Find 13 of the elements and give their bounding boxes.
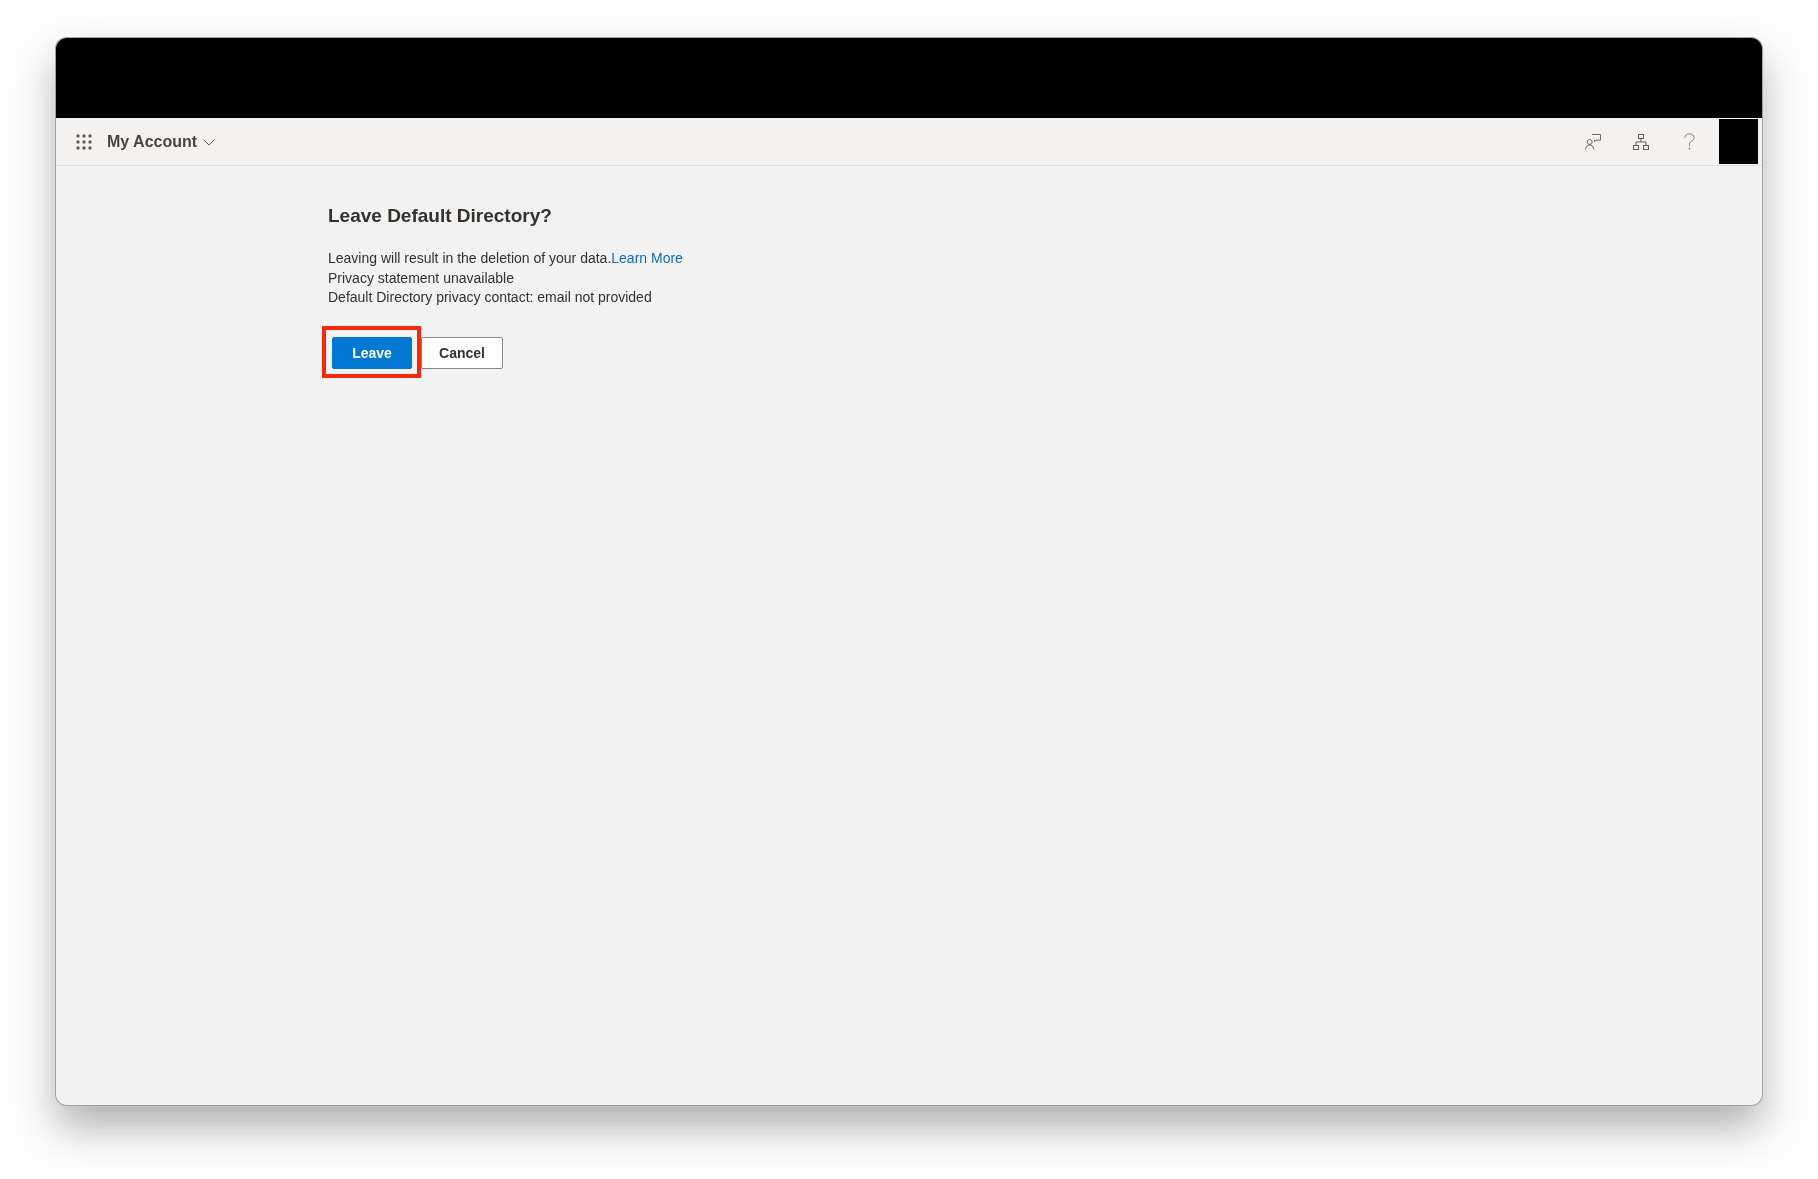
warning-text: Leaving will result in the deletion of your data.Learn More xyxy=(328,249,683,268)
detail-text: Privacy statement unavailable xyxy=(328,268,514,288)
leave-button[interactable]: Leave xyxy=(332,336,412,369)
org-chart-icon[interactable] xyxy=(1633,133,1649,150)
person-chat-icon[interactable] xyxy=(1585,133,1601,150)
dialog-title: Leave Default Directory? xyxy=(328,204,552,228)
help-icon[interactable] xyxy=(1683,133,1695,150)
account-menu-button[interactable]: My Account xyxy=(107,132,216,151)
detail-text: Default Directory privacy contact: email not provided xyxy=(328,288,652,307)
app-grid-icon[interactable] xyxy=(76,133,92,150)
cancel-button[interactable]: Cancel xyxy=(421,336,503,369)
learn-more-link[interactable]: Learn More xyxy=(611,250,683,266)
chevron-down-icon xyxy=(203,139,216,146)
